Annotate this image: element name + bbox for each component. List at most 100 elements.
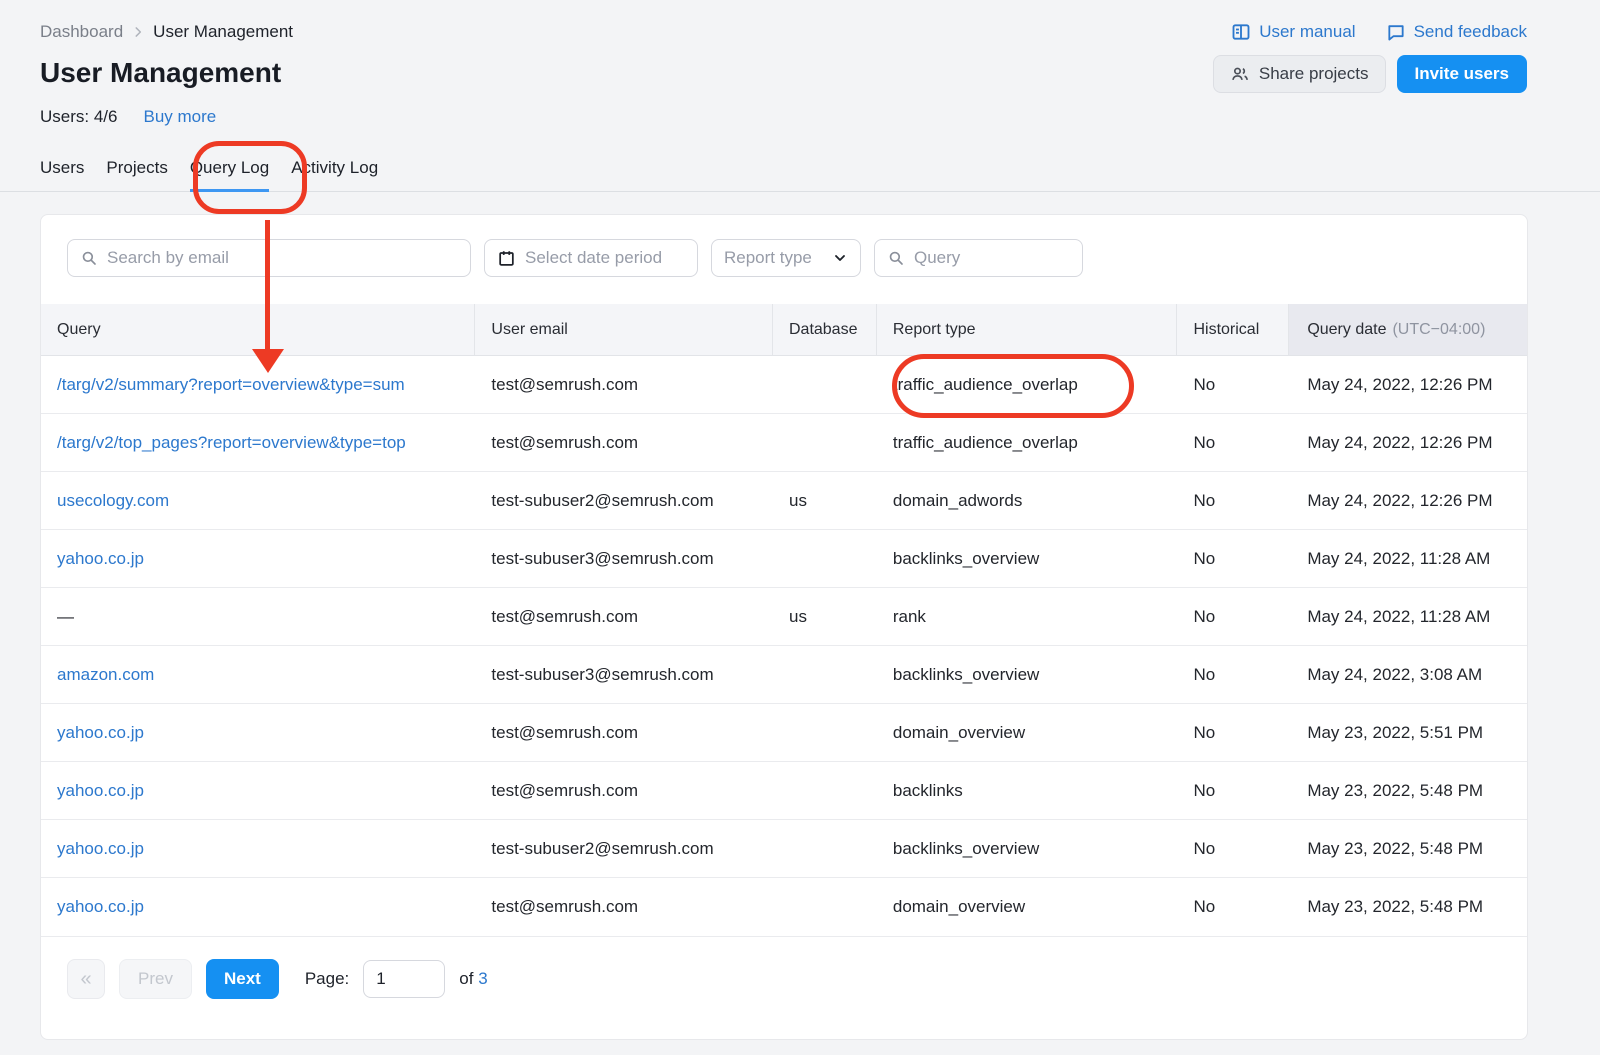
breadcrumb-dashboard-link[interactable]: Dashboard xyxy=(40,22,123,42)
user-management-page: Dashboard User Management User manual Se… xyxy=(0,0,1600,1055)
query-date-cell: May 24, 2022, 12:26 PM xyxy=(1307,491,1492,511)
calendar-icon xyxy=(497,249,516,268)
cell-report-type-cell: domain_overview xyxy=(877,878,1178,936)
historical-cell: No xyxy=(1193,665,1215,685)
cell-query-link: amazon.com xyxy=(41,646,475,703)
users-line: Users: 4/6 Buy more xyxy=(40,107,216,127)
query-link[interactable]: yahoo.co.jp xyxy=(57,781,144,801)
cell-historical-cell: No xyxy=(1177,878,1289,936)
date-period-label: Select date period xyxy=(525,248,662,268)
breadcrumb: Dashboard User Management xyxy=(40,22,293,42)
report-type-dropdown[interactable]: Report type xyxy=(711,239,861,277)
cell-query-date-cell: May 24, 2022, 12:26 PM xyxy=(1289,472,1527,529)
cell-historical-cell: No xyxy=(1177,646,1289,703)
user-email-cell: test@semrush.com xyxy=(491,723,638,743)
pagination: « Prev Next Page: of 3 xyxy=(41,936,1527,1021)
chevron-right-icon xyxy=(131,25,145,39)
total-pages-link[interactable]: 3 xyxy=(478,969,487,988)
cell-query-date-cell: May 23, 2022, 5:48 PM xyxy=(1289,820,1527,877)
query-date-cell: May 23, 2022, 5:51 PM xyxy=(1307,723,1483,743)
cell-user-email-cell: test@semrush.com xyxy=(475,878,773,936)
tab-projects[interactable]: Projects xyxy=(106,158,167,192)
query-link[interactable]: /targ/v2/summary?report=overview&type=su… xyxy=(57,375,405,395)
cell-database-cell xyxy=(773,820,877,877)
user-email-cell: test-subuser2@semrush.com xyxy=(491,491,713,511)
cell-query-date-cell: May 24, 2022, 3:08 AM xyxy=(1289,646,1527,703)
cell-user-email-cell: test@semrush.com xyxy=(475,704,773,761)
cell-report-type-cell: traffic_audience_overlap xyxy=(877,356,1178,413)
table-row: amazon.com test-subuser3@semrush.com backl… xyxy=(41,646,1527,704)
query-link[interactable]: yahoo.co.jp xyxy=(57,549,144,569)
user-manual-link[interactable]: User manual xyxy=(1231,22,1355,42)
cell-user-email-cell: test@semrush.com xyxy=(475,414,773,471)
cell-report-type-cell: backlinks_overview xyxy=(877,646,1178,703)
table-row: yahoo.co.jptest-subuser3@semrush.comback… xyxy=(41,530,1527,588)
tab-activity-log[interactable]: Activity Log xyxy=(291,158,378,192)
cell-query-link: /targ/v2/top_pages?report=overview&type=… xyxy=(41,414,475,471)
cell-database-cell xyxy=(773,530,877,587)
database-cell: us xyxy=(789,607,807,627)
prev-page-button[interactable]: Prev xyxy=(119,959,192,999)
query-link[interactable]: amazon.com xyxy=(57,665,154,685)
historical-cell: No xyxy=(1193,607,1215,627)
feedback-bubble-icon xyxy=(1386,22,1406,42)
cell-user-email-cell: test-subuser3@semrush.com xyxy=(475,530,773,587)
search-email-field[interactable] xyxy=(107,248,458,268)
cell-database-cell xyxy=(773,704,877,761)
user-manual-label: User manual xyxy=(1259,22,1355,42)
first-page-button[interactable]: « xyxy=(67,959,105,999)
book-icon xyxy=(1231,22,1251,42)
table-row: yahoo.co.jp test@semrush.com domain_overvi… xyxy=(41,704,1527,762)
query-link[interactable]: yahoo.co.jp xyxy=(57,839,144,859)
cell-database-cell xyxy=(773,878,877,936)
search-query-field[interactable] xyxy=(914,248,1070,268)
search-query-input[interactable] xyxy=(874,239,1083,277)
cell-report-type-cell: domain_adwords xyxy=(877,472,1178,529)
table-row: /targ/v2/top_pages?report=overview&type=… xyxy=(41,414,1527,472)
search-email-input[interactable] xyxy=(67,239,471,277)
cell-query-link: yahoo.co.jp xyxy=(41,762,475,819)
search-icon xyxy=(80,249,98,267)
cell-historical-cell: No xyxy=(1177,704,1289,761)
cell-query-link: yahoo.co.jp xyxy=(41,878,475,936)
cell-user-email-cell: test@semrush.com xyxy=(475,356,773,413)
user-email-cell: test-subuser3@semrush.com xyxy=(491,665,713,685)
cell-report-type-cell: backlinks xyxy=(877,762,1178,819)
invite-users-button[interactable]: Invite users xyxy=(1397,55,1528,93)
query-date-cell: May 23, 2022, 5:48 PM xyxy=(1307,781,1483,801)
cell-query-link: /targ/v2/summary?report=overview&type=su… xyxy=(41,356,475,413)
user-email-cell: test-subuser3@semrush.com xyxy=(491,549,713,569)
cell-historical-cell: No xyxy=(1177,414,1289,471)
breadcrumb-current: User Management xyxy=(153,22,293,42)
cell-query-link: yahoo.co.jp xyxy=(41,820,475,877)
table-row: yahoo.co.jptest-subuser2@semrush.comback… xyxy=(41,820,1527,878)
user-email-cell: test@semrush.com xyxy=(491,781,638,801)
tab-query-log[interactable]: Query Log xyxy=(190,158,269,192)
column-header-database: Database xyxy=(773,304,877,355)
page-number-input[interactable] xyxy=(363,960,445,998)
historical-cell: No xyxy=(1193,897,1215,917)
query-link[interactable]: yahoo.co.jp xyxy=(57,723,144,743)
report-type-label: Report type xyxy=(724,248,812,268)
column-header-query: Query xyxy=(41,304,475,355)
share-projects-label: Share projects xyxy=(1259,64,1369,84)
query-link[interactable]: usecology.com xyxy=(57,491,169,511)
share-projects-button[interactable]: Share projects xyxy=(1213,55,1386,93)
cell-query-link: usecology.com xyxy=(41,472,475,529)
buy-more-link[interactable]: Buy more xyxy=(143,107,216,127)
report-type-cell: traffic_audience_overlap xyxy=(893,433,1078,453)
report-type-cell: domain_overview xyxy=(893,897,1025,917)
tab-users[interactable]: Users xyxy=(40,158,84,192)
cell-query-date-cell: May 24, 2022, 12:26 PM xyxy=(1289,356,1527,413)
query-link[interactable]: /targ/v2/top_pages?report=overview&type=… xyxy=(57,433,406,453)
historical-cell: No xyxy=(1193,839,1215,859)
next-page-button[interactable]: Next xyxy=(206,959,279,999)
query-link[interactable]: yahoo.co.jp xyxy=(57,897,144,917)
send-feedback-link[interactable]: Send feedback xyxy=(1386,22,1527,42)
report-type-cell: domain_overview xyxy=(893,723,1025,743)
cell-database-cell xyxy=(773,414,877,471)
cell-user-email-cell: test@semrush.com xyxy=(475,588,773,645)
date-period-picker[interactable]: Select date period xyxy=(484,239,698,277)
cell-query-date-cell: May 23, 2022, 5:48 PM xyxy=(1289,878,1527,936)
table-row: —test@semrush.comusrankNoMay 24, 2022, 1… xyxy=(41,588,1527,646)
